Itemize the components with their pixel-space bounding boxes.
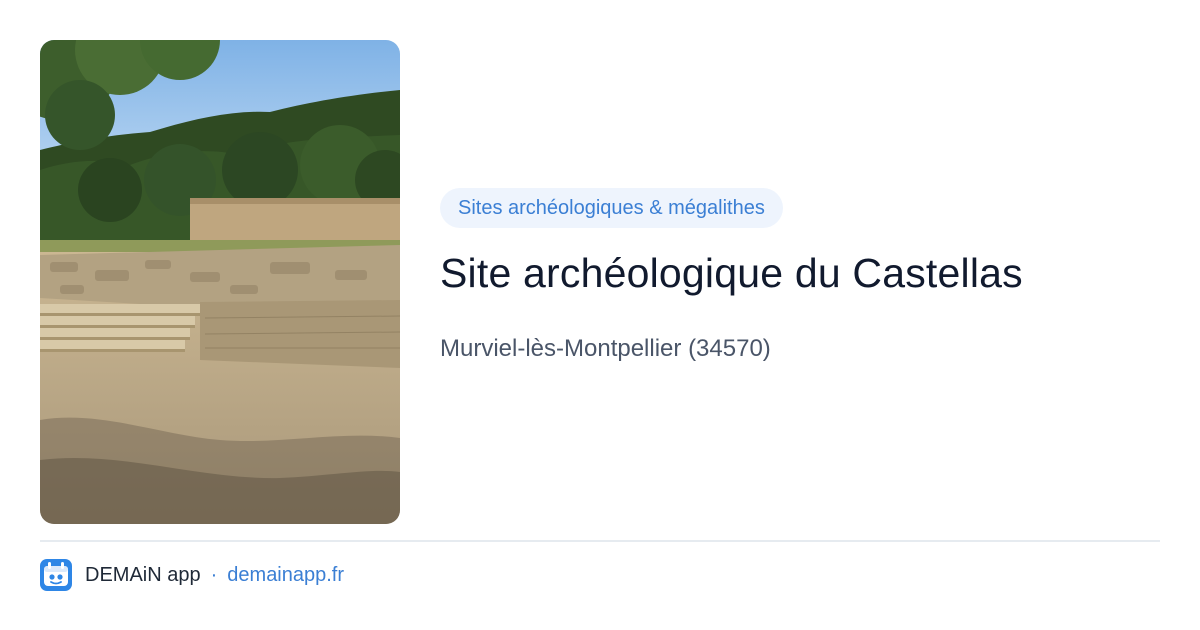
place-location: Murviel-lès-Montpellier (34570) bbox=[440, 335, 771, 362]
app-url-link[interactable]: demainapp.fr bbox=[227, 564, 344, 587]
footer-divider bbox=[40, 540, 1160, 542]
app-name: DEMAiN app bbox=[85, 563, 201, 586]
ruins-photo-image bbox=[40, 40, 400, 524]
footer-separator: · bbox=[210, 563, 218, 586]
footer: DEMAiN app · demainapp.fr bbox=[40, 558, 344, 592]
category-badge[interactable]: Sites archéologiques & mégalithes bbox=[440, 188, 783, 228]
site-photo[interactable] bbox=[40, 40, 400, 524]
demain-app-icon bbox=[40, 559, 72, 591]
place-title: Site archéologique du Castellas bbox=[440, 250, 1023, 296]
place-info: Sites archéologiques & mégalithes Site a… bbox=[440, 188, 1160, 364]
